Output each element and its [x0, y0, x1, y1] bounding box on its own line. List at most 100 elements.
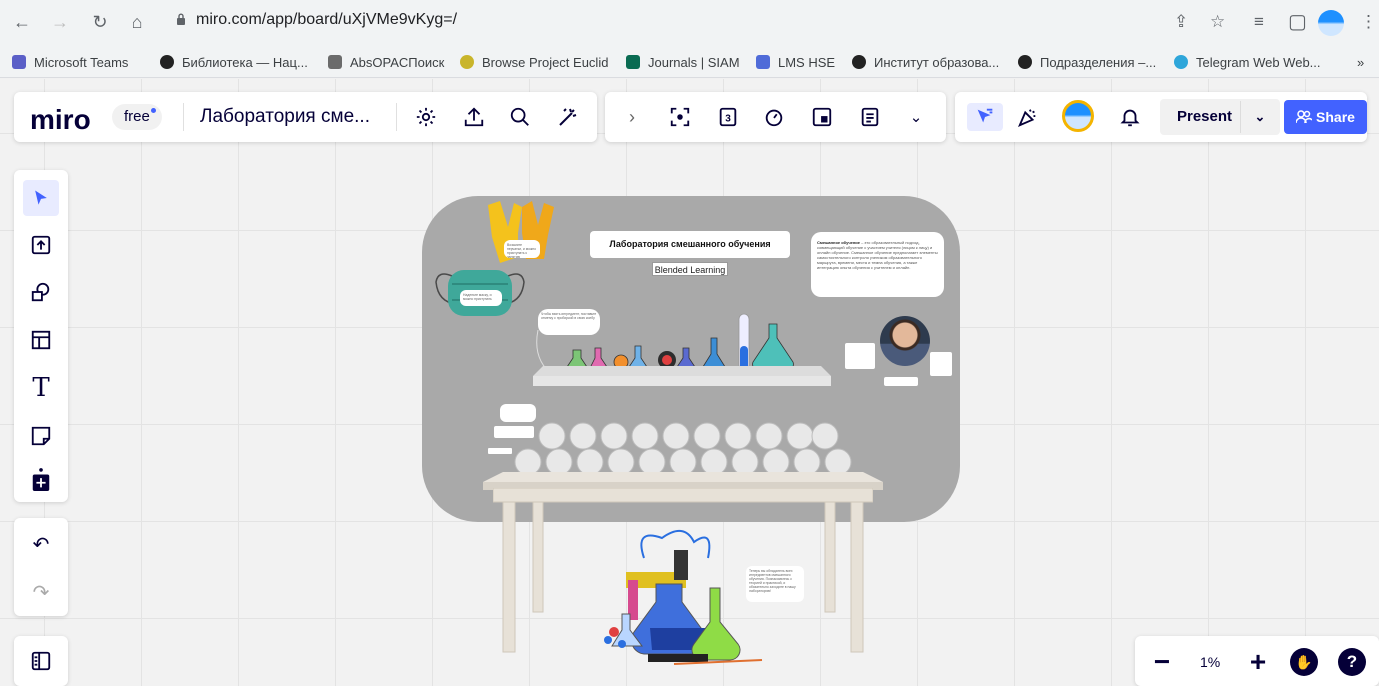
- home-icon[interactable]: ⌂: [127, 13, 147, 31]
- bell-icon[interactable]: [1116, 103, 1144, 131]
- plan-label: free: [124, 108, 150, 125]
- blended-learning-label[interactable]: Blended Learning: [652, 262, 728, 276]
- toolbar-separator: [183, 103, 184, 131]
- author-note-left[interactable]: [845, 343, 875, 369]
- description-card[interactable]: Смешанное обучение – это образовательный…: [811, 232, 944, 297]
- side-panel-icon[interactable]: ▢: [1288, 9, 1307, 34]
- plan-dot: [150, 108, 156, 113]
- bookmark-siam[interactable]: Journals | SIAM: [626, 53, 740, 71]
- siam-icon: [626, 55, 640, 69]
- flask-teal: [752, 323, 794, 371]
- bookmark-departments[interactable]: Подразделения –...: [1018, 53, 1156, 71]
- zoom-level[interactable]: 1%: [1200, 654, 1220, 670]
- card-icon[interactable]: [808, 103, 836, 131]
- author-caption[interactable]: [884, 377, 918, 386]
- more-tools-icon[interactable]: ⌄: [902, 103, 930, 131]
- share-button[interactable]: Share: [1284, 100, 1367, 134]
- profile-avatar[interactable]: [1318, 10, 1344, 36]
- forward-icon[interactable]: →: [50, 13, 70, 31]
- bookmark-teams[interactable]: Microsoft Teams: [12, 53, 128, 71]
- upload-tool-icon[interactable]: [23, 227, 59, 263]
- teams-icon: [12, 55, 26, 69]
- frame-focus-icon[interactable]: [666, 103, 694, 131]
- bookmark-lms[interactable]: LMS HSE: [756, 53, 835, 71]
- document-icon: [328, 55, 342, 69]
- templates-tool-icon[interactable]: [23, 322, 59, 358]
- bookmark-label: AbsOPACПоиск: [350, 54, 445, 70]
- bookmark-label: Библиотека — Нац...: [182, 54, 308, 70]
- magic-icon[interactable]: [554, 103, 582, 131]
- author-note-right[interactable]: [930, 352, 952, 376]
- bookmark-label: Browse Project Euclid: [482, 54, 609, 70]
- lock-icon: [177, 13, 185, 25]
- bookmark-label: Telegram Web Web...: [1196, 54, 1321, 70]
- bookmark-telegram[interactable]: Telegram Web Web...: [1174, 53, 1321, 71]
- user-avatar[interactable]: [1062, 100, 1094, 132]
- toolbar-separator: [396, 103, 397, 131]
- bookmarks-more[interactable]: »: [1357, 53, 1364, 71]
- bookmark-library[interactable]: Библиотека — Нац...: [160, 53, 308, 71]
- sticky-note-tool-icon[interactable]: [23, 418, 59, 454]
- mask-note[interactable]: Наденьте маску, и можно приступать: [460, 290, 502, 306]
- miro-logo[interactable]: miro: [30, 104, 91, 136]
- users-icon: [1296, 110, 1313, 124]
- left-note-3[interactable]: [488, 448, 512, 454]
- hand-icon[interactable]: ✋: [1290, 648, 1318, 676]
- select-tool-icon[interactable]: [23, 180, 59, 216]
- undo-icon[interactable]: ↶: [23, 526, 59, 562]
- timer-icon[interactable]: [760, 103, 788, 131]
- board-title-card[interactable]: Лаборатория смешанного обучения: [590, 231, 790, 258]
- settings-icon[interactable]: [412, 103, 440, 131]
- zoom-in-icon[interactable]: +: [1244, 646, 1272, 677]
- search-icon[interactable]: [506, 103, 534, 131]
- present-separator: [1240, 101, 1241, 133]
- url-text[interactable]: miro.com/app/board/uXjVMe9vKyg=/: [196, 11, 457, 29]
- frames-list-icon[interactable]: [23, 643, 59, 679]
- celebrate-icon[interactable]: [1014, 103, 1042, 131]
- help-icon[interactable]: ?: [1338, 648, 1366, 676]
- bookmark-label: Microsoft Teams: [34, 54, 129, 70]
- bookmark-label: Journals | SIAM: [648, 54, 740, 70]
- flasks-row[interactable]: [565, 312, 800, 374]
- notes-icon[interactable]: [856, 103, 884, 131]
- share-label: Share: [1316, 109, 1355, 125]
- plan-badge[interactable]: free: [112, 104, 162, 130]
- gloves-image[interactable]: [478, 197, 562, 269]
- back-icon[interactable]: ←: [12, 13, 32, 31]
- telegram-icon: [1174, 55, 1188, 69]
- board-name[interactable]: Лаборатория сме...: [200, 106, 370, 128]
- svg-text:3: 3: [725, 114, 731, 125]
- star-icon[interactable]: ☆: [1210, 12, 1225, 32]
- export-icon[interactable]: [460, 103, 488, 131]
- chevron-down-icon[interactable]: ⌄: [1246, 103, 1274, 131]
- euclid-icon: [460, 55, 474, 69]
- gloves-note[interactable]: Возьмите перчатки, и можно приступать к …: [504, 240, 540, 258]
- text-tool-icon[interactable]: T: [23, 370, 59, 406]
- cursor-follow-icon[interactable]: [967, 103, 1003, 131]
- bookmark-label: Подразделения –...: [1040, 54, 1157, 70]
- bookmark-label: LMS HSE: [778, 54, 836, 70]
- institute-icon: [852, 55, 866, 69]
- redo-icon[interactable]: ↷: [23, 574, 59, 610]
- reading-list-icon[interactable]: ≡: [1254, 12, 1264, 32]
- shapes-tool-icon[interactable]: [23, 274, 59, 310]
- departments-icon: [1018, 55, 1032, 69]
- more-apps-icon[interactable]: [23, 462, 59, 498]
- bookmark-label: Институт образова...: [874, 54, 1000, 70]
- zoom-out-icon[interactable]: −: [1148, 646, 1176, 677]
- menu-icon[interactable]: ⋮: [1360, 12, 1377, 32]
- final-note[interactable]: Теперь вы обладатель всех ингредиентов с…: [746, 566, 804, 602]
- lms-icon: [756, 55, 770, 69]
- author-photo[interactable]: [880, 316, 930, 366]
- bookmark-absopac[interactable]: AbsOPACПоиск: [328, 53, 444, 71]
- bookmark-euclid[interactable]: Browse Project Euclid: [460, 53, 608, 71]
- share-page-icon[interactable]: ⇪: [1174, 12, 1188, 32]
- description-text: – это образовательный подход, совмещающи…: [817, 240, 938, 270]
- reload-icon[interactable]: ↻: [90, 13, 110, 31]
- lab-equipment-image[interactable]: [604, 528, 764, 666]
- countdown-icon[interactable]: 3: [714, 103, 742, 131]
- present-label: Present: [1177, 108, 1233, 125]
- chevron-right-icon[interactable]: ›: [618, 103, 646, 131]
- bowls-grid[interactable]: [512, 420, 857, 476]
- bookmark-institute[interactable]: Институт образова...: [852, 53, 999, 71]
